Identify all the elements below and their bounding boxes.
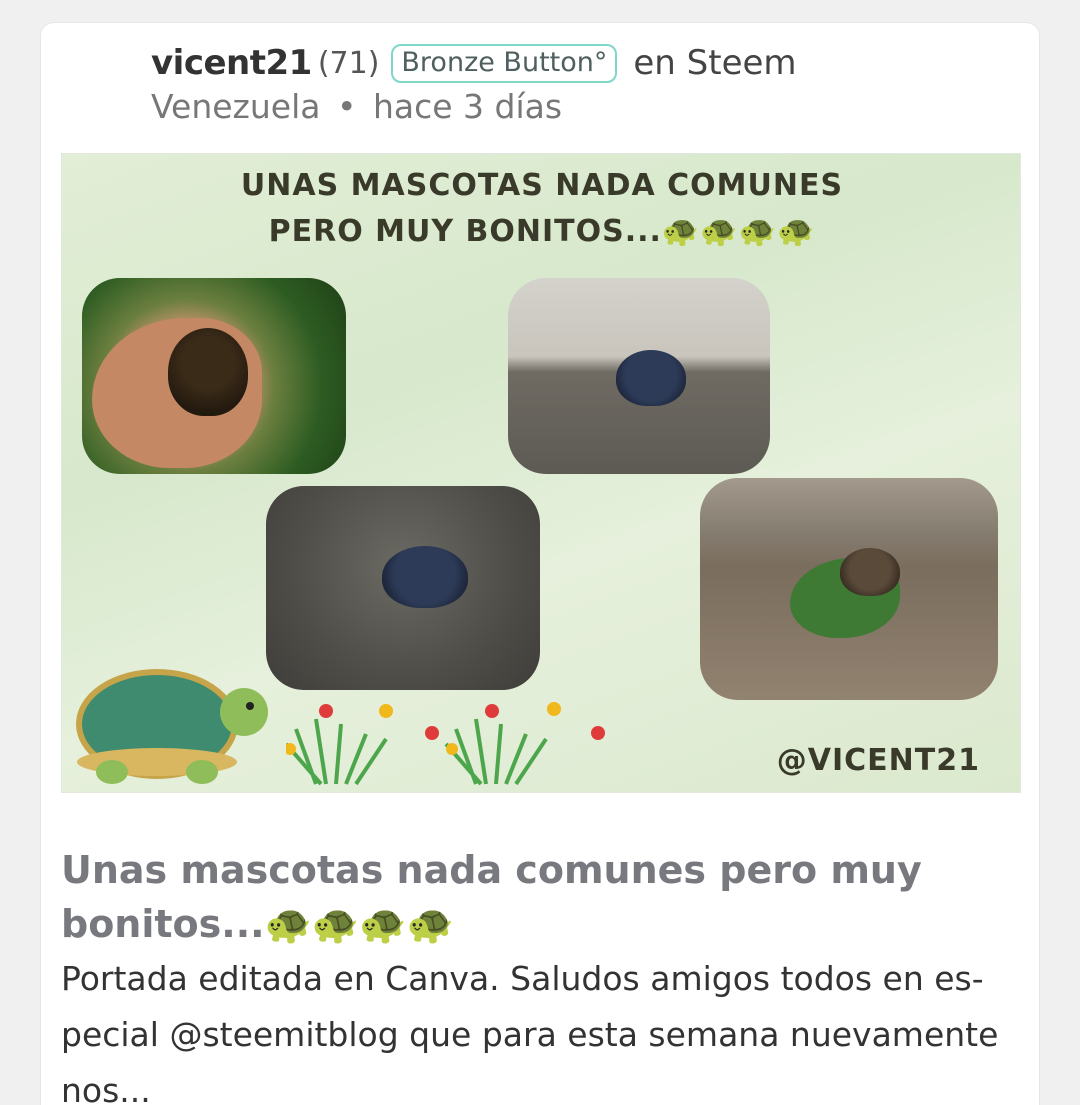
- cover-title-line1: UNAS MASCOTAS NADA COMUNES: [240, 168, 844, 203]
- turtle-shape: [382, 546, 468, 608]
- post-location-time: Venezuela • hace 3 días: [151, 87, 562, 126]
- cover-photo-turtle-floor: [266, 486, 540, 690]
- post-cover-image[interactable]: UNAS MASCOTAS NADA COMUNES PERO MUY BONI…: [61, 153, 1021, 793]
- turtle-shape: [616, 350, 686, 406]
- cover-author-handle: @VICENT21: [776, 743, 980, 778]
- cartoon-turtle-illustration: [76, 669, 268, 784]
- cover-photo-turtle-wall: [508, 278, 770, 474]
- cover-title-line2: PERO MUY BONITOS...🐢🐢🐢🐢: [268, 214, 816, 249]
- author-badge[interactable]: Bronze Button°: [391, 43, 618, 83]
- turtle-shape: [168, 328, 248, 416]
- author-reputation: (71): [317, 45, 380, 81]
- turtle-shape: [840, 548, 900, 596]
- post-card[interactable]: vicent21 (71) Bronze Button° en Steem Ve…: [40, 22, 1040, 1105]
- author-name[interactable]: vicent21: [151, 43, 312, 83]
- post-excerpt[interactable]: Portada editada en Canva. Saludos amigos…: [61, 951, 1011, 1105]
- post-title[interactable]: Unas mascotas nada comunes pero muy boni…: [61, 843, 1011, 951]
- community-link[interactable]: en Steem: [633, 43, 796, 83]
- grass-flowers-decoration: [286, 702, 605, 786]
- post-meta: vicent21 (71) Bronze Button° en Steem: [151, 43, 797, 83]
- author-location: Venezuela: [151, 87, 321, 126]
- meta-separator: •: [336, 87, 357, 126]
- post-timestamp[interactable]: hace 3 días: [373, 87, 562, 126]
- cover-photo-hand-turtle: [82, 278, 346, 474]
- cover-photo-turtle-leaf: [700, 478, 998, 700]
